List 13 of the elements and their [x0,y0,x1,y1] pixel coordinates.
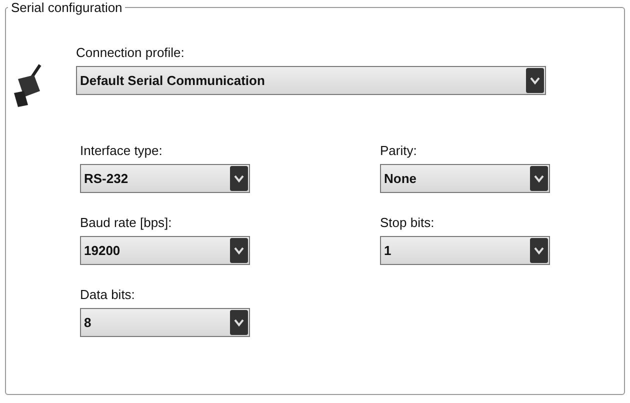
dropdown[interactable]: 19200 [80,236,250,265]
group-title: Serial configuration [10,0,124,15]
field-label: Data bits: [80,287,136,302]
field-label: Interface type: [80,143,164,158]
profile-dropdown[interactable]: Default Serial Communication [76,66,546,95]
field-label: Baud rate [bps]: [80,215,173,230]
field-label: Stop bits: [380,215,436,230]
dropdown[interactable]: 1 [380,236,550,265]
dropdown[interactable]: RS-232 [80,164,250,193]
field-label: Parity: [380,143,418,158]
dropdown[interactable]: 8 [80,308,250,337]
field-label: Connection profile: [76,45,186,60]
dropdown[interactable]: None [380,164,550,193]
